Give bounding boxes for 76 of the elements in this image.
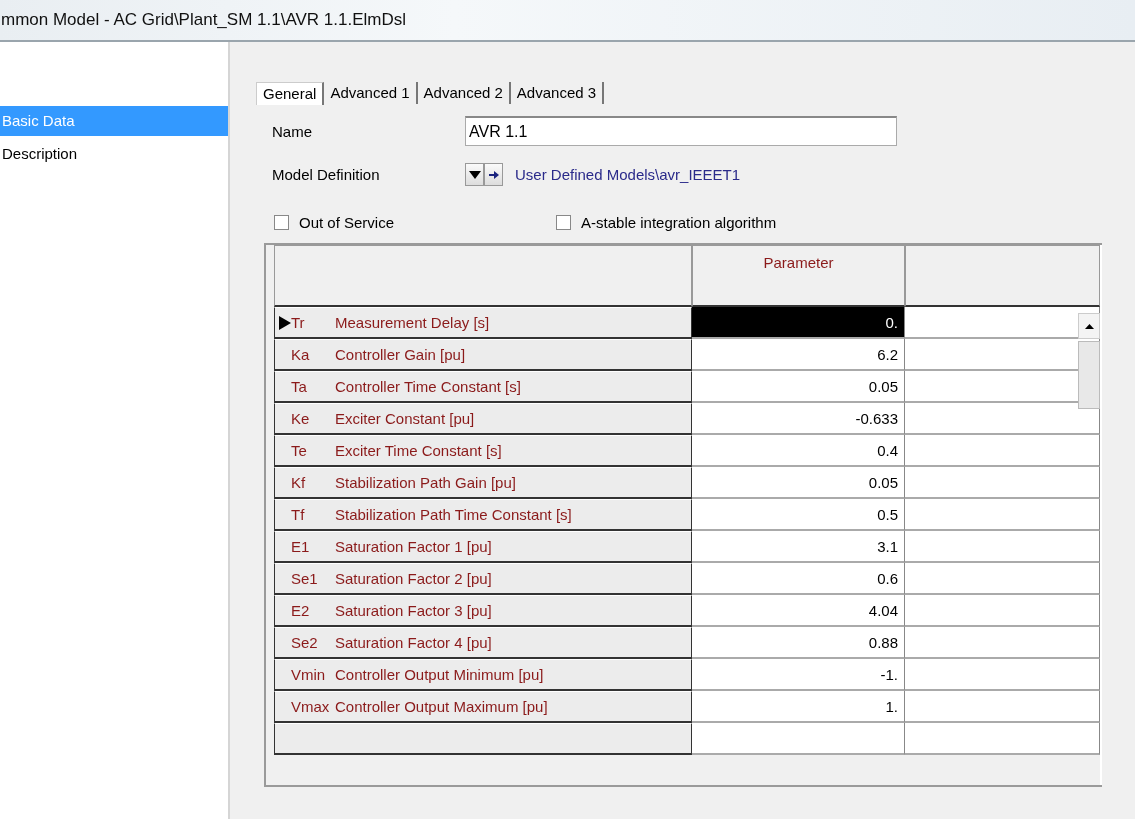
parameter-symbol: Se1 [291, 570, 319, 587]
parameter-description: Controller Gain [pu] [335, 346, 466, 363]
parameter-symbol: Se2 [291, 634, 319, 651]
value-cell[interactable]: 0.6 [692, 563, 905, 595]
scroll-up-button[interactable] [1078, 313, 1100, 339]
value-cell[interactable]: -1. [692, 659, 905, 691]
field-label: Name [272, 122, 313, 140]
sidebar-item[interactable]: Description [0, 139, 228, 169]
value-cell[interactable]: 0.88 [692, 627, 905, 659]
checkbox-label: Out of Service [299, 214, 395, 231]
scroll-thumb[interactable] [1078, 341, 1100, 409]
parameter-symbol: Tr [291, 314, 306, 331]
parameter-description: Controller Output Maximum [pu] [335, 698, 548, 715]
tab[interactable]: Advanced 3 [510, 82, 605, 104]
parameter-description: Measurement Delay [s] [335, 314, 490, 331]
checkbox-label: A-stable integration algorithm [581, 214, 777, 231]
parameter-description: Controller Time Constant [s] [335, 378, 521, 395]
parameter-symbol: Vmax [291, 698, 331, 715]
field-label: Model Definition [272, 166, 381, 183]
parameter-description: Saturation Factor 4 [pu] [335, 634, 492, 651]
parameter-symbol: Ke [291, 410, 311, 427]
parameter-description: Stabilization Path Time Constant [s] [335, 506, 572, 523]
row-header[interactable]: Ta Controller Time Constant [s] [274, 371, 692, 403]
parameter-description: Saturation Factor 2 [pu] [335, 570, 492, 587]
up-arrow-icon [1084, 323, 1094, 329]
parameter-description: Saturation Factor 1 [pu] [335, 538, 492, 555]
caret-icon [468, 170, 481, 179]
parameter-description: Controller Output Minimum [pu] [335, 666, 544, 683]
tab[interactable]: Advanced 1 [324, 82, 418, 104]
parameter-symbol: Vmin [291, 666, 327, 683]
value-cell[interactable]: 0.05 [692, 467, 905, 499]
tab[interactable]: General [256, 81, 325, 105]
value-cell[interactable]: 6.2 [692, 339, 905, 371]
dropdown-button[interactable] [465, 163, 484, 186]
parameter-description: Saturation Factor 3 [pu] [335, 602, 492, 619]
parameter-symbol: E2 [291, 602, 311, 619]
row-header[interactable]: Se1 Saturation Factor 2 [pu] [274, 563, 692, 595]
row-header[interactable]: Vmax Controller Output Maximum [pu] [274, 691, 692, 723]
parameter-symbol: E1 [291, 538, 311, 555]
jump-button[interactable] [484, 163, 503, 186]
value-cell[interactable]: 0.05 [692, 371, 905, 403]
parameter-symbol: Ka [291, 346, 311, 363]
row-header[interactable]: Ka Controller Gain [pu] [274, 339, 692, 371]
row-header[interactable]: E2 Saturation Factor 3 [pu] [274, 595, 692, 627]
scrollbar[interactable] [1078, 313, 1100, 409]
name-field[interactable]: AVR 1.1 [465, 116, 897, 146]
parameter-description: Exciter Constant [pu] [335, 410, 475, 427]
row-header[interactable]: Kf Stabilization Path Gain [pu] [274, 467, 692, 499]
current-row-icon [279, 315, 291, 330]
row-header[interactable]: Vmin Controller Output Minimum [pu] [274, 659, 692, 691]
window-title: mmon Model - AC Grid\Plant_SM 1.1\AVR 1.1.ElmDsl [0, 10, 406, 30]
row-header[interactable]: Te Exciter Time Constant [s] [274, 435, 692, 467]
value-cell[interactable]: -0.633 [692, 403, 905, 435]
tab[interactable]: Advanced 2 [417, 82, 511, 104]
column-header: Parameter [692, 245, 905, 307]
checkbox[interactable] [556, 215, 572, 230]
parameter-symbol: Tf [291, 506, 306, 523]
parameter-symbol: Ta [291, 378, 308, 395]
parameter-description: Exciter Time Constant [s] [335, 442, 502, 459]
row-header[interactable]: Tf Stabilization Path Time Constant [s] [274, 499, 692, 531]
value-cell[interactable]: 4.04 [692, 595, 905, 627]
parameter-symbol: Te [291, 442, 308, 459]
value-cell[interactable]: 3.1 [692, 531, 905, 563]
row-header[interactable]: E1 Saturation Factor 1 [pu] [274, 531, 692, 563]
value-cell[interactable]: 0. [692, 307, 905, 339]
checkbox[interactable] [274, 215, 289, 230]
parameter-description: Stabilization Path Gain [pu] [335, 474, 516, 491]
row-header[interactable]: Se2 Saturation Factor 4 [pu] [274, 627, 692, 659]
value-cell[interactable]: 0.5 [692, 499, 905, 531]
parameter-symbol: Kf [291, 474, 307, 491]
value-cell[interactable]: 1. [692, 691, 905, 723]
arrow-icon [488, 170, 499, 179]
row-header[interactable]: Tr Measurement Delay [s] [274, 307, 692, 339]
row-header[interactable]: Ke Exciter Constant [pu] [274, 403, 692, 435]
model-link[interactable]: User Defined Models\avr_IEEET1 [515, 166, 741, 183]
value-cell[interactable]: 0.4 [692, 435, 905, 467]
